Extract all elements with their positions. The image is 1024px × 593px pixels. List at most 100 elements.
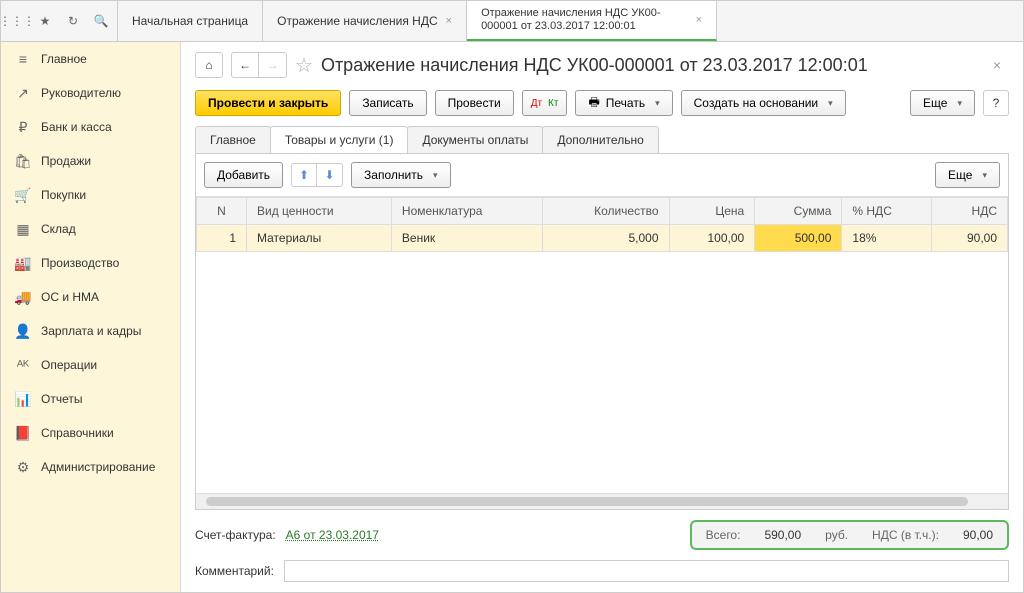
col-price[interactable]: Цена: [669, 198, 755, 225]
printer-icon: 🖶: [588, 93, 599, 114]
table-row[interactable]: 1 Материалы Веник 5,000 100,00 500,00 18…: [197, 225, 1008, 252]
tab-home[interactable]: Начальная страница: [118, 1, 263, 41]
tab-vat-doc[interactable]: Отражение начисления НДС УК00-000001 от …: [467, 1, 717, 41]
post-and-close-button[interactable]: Провести и закрыть: [195, 90, 341, 116]
doctab-extra[interactable]: Дополнительно: [542, 126, 658, 153]
chart-icon: ↗: [15, 85, 31, 101]
horizontal-scrollbar[interactable]: [196, 493, 1008, 509]
help-button[interactable]: ?: [983, 90, 1009, 116]
sidebar-item-label: Зарплата и кадры: [41, 324, 141, 338]
doctab-main[interactable]: Главное: [195, 126, 271, 153]
create-based-button[interactable]: Создать на основании: [681, 90, 846, 116]
sidebar-item-admin[interactable]: ⚙ Администрирование: [1, 450, 180, 484]
print-button[interactable]: 🖶Печать: [575, 90, 672, 116]
cell-price[interactable]: 100,00: [669, 225, 755, 252]
vat-value: 90,00: [963, 528, 993, 542]
sidebar-item-purchases[interactable]: 🛒 Покупки: [1, 178, 180, 212]
ruble-icon: ₽: [15, 119, 31, 135]
sidebar-item-sales[interactable]: 🛍 Продажи: [1, 144, 180, 178]
save-button[interactable]: Записать: [349, 90, 426, 116]
sidebar-item-label: Производство: [41, 256, 119, 270]
total-value: 590,00: [764, 528, 801, 542]
page-title: Отражение начисления НДС УК00-000001 от …: [321, 55, 868, 76]
sidebar-item-label: Операции: [41, 358, 97, 372]
person-icon: 👤: [15, 323, 31, 339]
sidebar-item-label: Продажи: [41, 154, 91, 168]
close-icon[interactable]: ×: [446, 15, 452, 27]
sidebar-item-main[interactable]: ≡Главное: [1, 42, 180, 76]
totals-box: Всего: 590,00 руб. НДС (в т.ч.): 90,00: [690, 520, 1009, 550]
sidebar-item-production[interactable]: 🏭 Производство: [1, 246, 180, 280]
gear-icon: ⚙: [15, 459, 31, 475]
tab-label: Начальная страница: [132, 14, 248, 28]
book-icon: 📕: [15, 425, 31, 441]
col-item[interactable]: Номенклатура: [391, 198, 542, 225]
forward-button[interactable]: →: [259, 52, 287, 78]
add-button[interactable]: Добавить: [204, 162, 283, 188]
search-icon[interactable]: 🔍: [93, 13, 109, 29]
more-button[interactable]: Еще: [935, 162, 1000, 188]
col-vat[interactable]: НДС: [932, 198, 1008, 225]
factory-icon: 🏭: [15, 255, 31, 271]
cell-item[interactable]: Веник: [391, 225, 542, 252]
cell-vat-rate[interactable]: 18%: [842, 225, 932, 252]
col-n[interactable]: N: [197, 198, 247, 225]
home-button[interactable]: ⌂: [195, 52, 223, 78]
tab-vat-list[interactable]: Отражение начисления НДС ×: [263, 1, 467, 41]
sidebar-item-label: Администрирование: [41, 460, 155, 474]
sidebar-item-label: Руководителю: [41, 86, 121, 100]
dt-kt-button[interactable]: ДтКт: [522, 90, 568, 116]
tab-label: Отражение начисления НДС УК00-000001 от …: [481, 7, 688, 33]
more-button[interactable]: Еще: [910, 90, 975, 116]
cell-type[interactable]: Материалы: [247, 225, 392, 252]
sidebar-item-warehouse[interactable]: ▦Склад: [1, 212, 180, 246]
col-vat-rate[interactable]: % НДС: [842, 198, 932, 225]
post-button[interactable]: Провести: [435, 90, 514, 116]
goods-table[interactable]: N Вид ценности Номенклатура Количество Ц…: [196, 197, 1008, 252]
grid-icon: ▦: [15, 221, 31, 237]
sidebar-item-bank[interactable]: ₽ Банк и касса: [1, 110, 180, 144]
sidebar-item-catalogs[interactable]: 📕 Справочники: [1, 416, 180, 450]
vat-label: НДС (в т.ч.):: [872, 528, 939, 542]
star-icon[interactable]: ★: [37, 13, 53, 29]
doctab-payments[interactable]: Документы оплаты: [407, 126, 543, 153]
cell-n[interactable]: 1: [197, 225, 247, 252]
fill-button[interactable]: Заполнить: [351, 162, 450, 188]
sidebar-item-label: ОС и НМА: [41, 290, 99, 304]
col-sum[interactable]: Сумма: [755, 198, 842, 225]
col-type[interactable]: Вид ценности: [247, 198, 392, 225]
cart-icon: 🛒: [15, 187, 31, 203]
sidebar-item-hr[interactable]: 👤 Зарплата и кадры: [1, 314, 180, 348]
cell-vat[interactable]: 90,00: [932, 225, 1008, 252]
move-up-button[interactable]: ⬆: [291, 163, 317, 187]
top-toolbar: ⋮⋮⋮ ★ ↻ 🔍 Начальная страница Отражение н…: [1, 1, 1023, 42]
sidebar-item-reports[interactable]: 📊 Отчеты: [1, 382, 180, 416]
invoice-link[interactable]: А6 от 23.03.2017: [286, 528, 379, 542]
comment-label: Комментарий:: [195, 564, 274, 578]
favorite-icon[interactable]: ☆: [295, 53, 313, 78]
col-qty[interactable]: Количество: [542, 198, 669, 225]
sidebar-item-assets[interactable]: 🚚ОС и НМА: [1, 280, 180, 314]
sidebar-item-label: Отчеты: [41, 392, 82, 406]
total-label: Всего:: [706, 528, 741, 542]
close-button[interactable]: ×: [985, 57, 1009, 73]
history-icon[interactable]: ↻: [65, 13, 81, 29]
sidebar-item-operations[interactable]: ᴬᴷОперации: [1, 348, 180, 382]
tab-label: Отражение начисления НДС: [277, 14, 438, 28]
back-button[interactable]: ←: [231, 52, 259, 78]
sidebar-item-label: Главное: [41, 52, 87, 66]
bag-icon: 🛍: [15, 153, 31, 169]
move-down-button[interactable]: ⬇: [317, 163, 343, 187]
cell-sum[interactable]: 500,00: [755, 225, 842, 252]
comment-input[interactable]: [284, 560, 1009, 582]
sidebar-item-label: Банк и касса: [41, 120, 112, 134]
cell-qty[interactable]: 5,000: [542, 225, 669, 252]
close-icon[interactable]: ×: [696, 14, 702, 26]
doctab-goods[interactable]: Товары и услуги (1): [270, 126, 409, 153]
sidebar-item-label: Справочники: [41, 426, 114, 440]
sidebar-item-manager[interactable]: ↗ Руководителю: [1, 76, 180, 110]
apps-icon[interactable]: ⋮⋮⋮: [9, 13, 25, 29]
window-tabs: Начальная страница Отражение начисления …: [118, 1, 717, 41]
bars-icon: 📊: [15, 391, 31, 407]
sidebar-item-label: Покупки: [41, 188, 86, 202]
